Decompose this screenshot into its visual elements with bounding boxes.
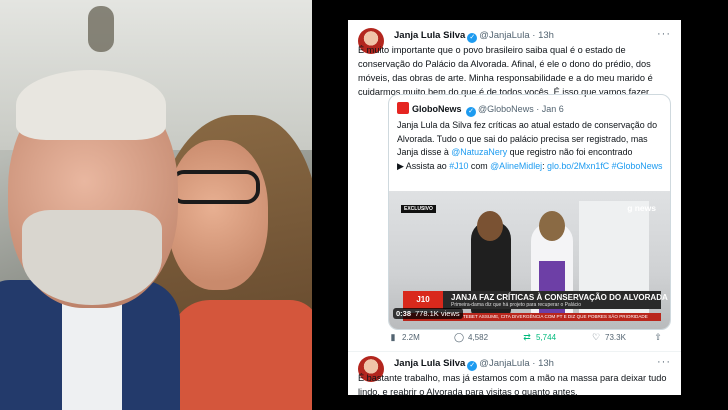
separator-dot: · [532,30,536,41]
video-headline: JANJA FAZ CRÍTICAS À CONSERVAÇÃO DO ALVO… [451,293,668,302]
more-options-icon[interactable]: ··· [657,356,671,368]
tweet-text: É bastante trabalho, mas já estamos com … [358,373,667,395]
couple-photo [0,0,312,410]
retweet-count: 5,744 [536,333,557,342]
gnews-logo: g news [627,203,656,213]
quoted-author-name[interactable]: GloboNews [412,104,462,114]
photo-man-hair [16,70,166,140]
video-person-left-head [477,211,503,241]
photo-glasses [170,170,260,204]
like-count: 73.3K [605,333,626,342]
analytics-icon: ▮ [390,332,396,342]
video-player[interactable]: EXCLUSIVO g news J10 JANJA FAZ CRÍTICAS … [389,191,670,329]
video-person-right-head [539,211,565,241]
tweet-text: É muito importante que o povo brasileiro… [358,45,653,97]
separator-dot: · [536,104,540,114]
photo-woman-top [170,300,312,410]
retweet-button[interactable]: ⇄ 5,744 [522,332,556,343]
hashtag-link[interactable]: #GloboNews [609,161,663,171]
more-options-icon[interactable]: ··· [657,28,671,40]
quoted-tweet-date[interactable]: Jan 6 [542,104,564,114]
video-subheadline: Primeira-dama diz que há projeto para re… [451,302,582,308]
quoted-author-handle[interactable]: @GloboNews [478,104,534,114]
verified-badge-icon: ✓ [467,361,478,371]
quoted-text-part: que registro não foi encontrado [507,147,633,157]
tweet-card: Janja Lula Silva ✓ @JanjaLula · 13h ··· É … [348,20,681,395]
quoted-text-part: ▶ Assista ao [397,160,450,171]
video-duration-badge: 0:38 778.1K views [393,308,463,319]
author-handle[interactable]: @JanjaLula [479,30,529,41]
tweet-main[interactable]: Janja Lula Silva ✓ @JanjaLula · 13h ··· É … [358,28,671,97]
tweet-header: Janja Lula Silva ✓ @JanjaLula · 13h [394,358,554,371]
quoted-tweet[interactable]: GloboNews ✓ @GloboNews · Jan 6 Janja Lula… [388,94,671,330]
mention-link[interactable]: @AlineMidlej [490,161,542,171]
author-name[interactable]: Janja Lula Silva [394,358,465,369]
heart-icon: ♡ [591,332,601,342]
reply-button[interactable]: ◯ 4,582 [454,332,488,343]
tweet-header: Janja Lula Silva ✓ @JanjaLula · 13h [394,30,554,43]
verified-badge-icon: ✓ [467,33,478,43]
retweet-icon: ⇄ [523,332,531,342]
tweet-time[interactable]: 13h [538,358,554,369]
views-button[interactable]: ▮ 2.2M [388,332,420,343]
photo-man-beard [22,210,162,305]
author-handle[interactable]: @JanjaLula [479,358,529,369]
separator-dot: · [532,358,536,369]
video-duration: 0:38 [396,309,412,318]
tweet-reply[interactable]: Janja Lula Silva ✓ @JanjaLula · 13h ··· É … [358,356,671,395]
tweet-action-bar: ▮ 2.2M ◯ 4,582 ⇄ 5,744 ♡ 73.3K ⇧ [388,332,671,344]
video-views: 778.1K views [415,309,460,318]
globonews-logo-icon [397,102,409,114]
mention-link[interactable]: @NatuzaNery [451,147,507,157]
exclusive-badge: EXCLUSIVO [401,205,436,213]
url-link[interactable]: glo.bo/2Mxn1fC [547,161,609,171]
photo-man-shirt [62,300,122,410]
author-name[interactable]: Janja Lula Silva [394,30,465,41]
photo-woman-face [168,140,268,290]
tweet-divider [348,351,681,352]
quoted-tweet-header: GloboNews ✓ @GloboNews · Jan 6 [397,102,564,117]
quoted-tweet-text: Janja Lula da Silva fez críticas ao atua… [397,119,664,173]
photo-lamp [88,6,114,52]
program-badge: J10 [403,291,443,309]
hashtag-link[interactable]: #J10 [449,161,468,171]
quoted-text-part: com [468,160,491,171]
reply-count: 4,582 [468,333,489,342]
reply-icon: ◯ [454,332,465,342]
like-button[interactable]: ♡ 73.3K [591,332,626,343]
tweet-time[interactable]: 13h [538,30,554,41]
verified-badge-icon: ✓ [466,107,477,117]
share-icon: ⇧ [654,332,662,342]
share-button[interactable]: ⇧ [653,332,667,343]
views-count: 2.2M [402,333,420,342]
